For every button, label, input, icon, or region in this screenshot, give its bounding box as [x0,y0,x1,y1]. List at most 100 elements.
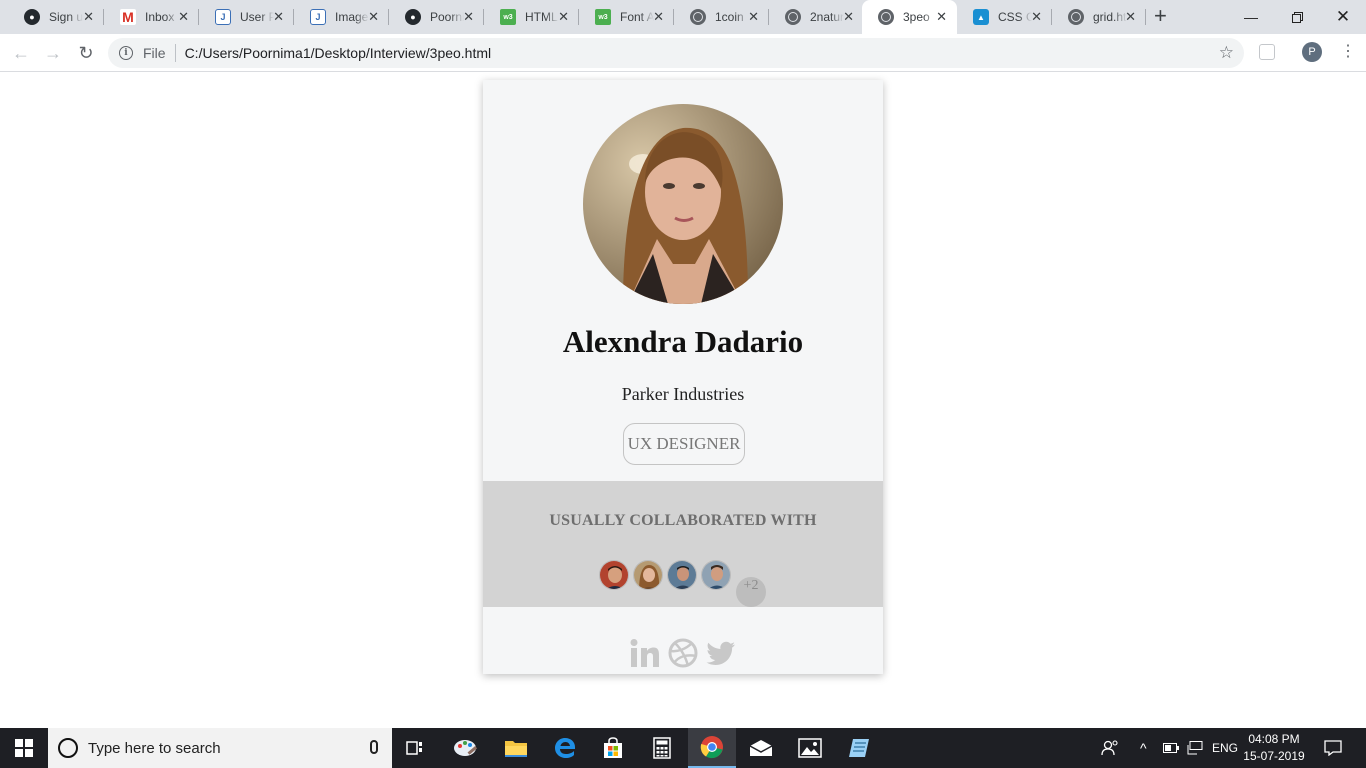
minimize-button[interactable]: — [1228,0,1274,34]
reload-button[interactable]: ↻ [74,41,98,65]
restore-icon [1291,11,1303,23]
tab-title: Font Awesome [620,10,654,24]
tab-image[interactable]: J Image ✕ [294,0,389,34]
w3schools-icon: w3 [595,9,611,25]
forward-button[interactable]: → [41,41,65,65]
language-indicator[interactable]: ENG [1212,728,1238,768]
tab-poornima[interactable]: ● Poornima ✕ [389,0,484,34]
close-icon[interactable]: ✕ [178,9,189,25]
globe-icon [785,9,801,25]
collaborator-avatar[interactable] [633,560,663,590]
tab-title: grid.html [1093,10,1127,24]
css-icon: ▲ [973,9,989,25]
twitter-icon[interactable] [706,638,736,668]
restore-button[interactable] [1274,0,1320,34]
people-icon[interactable] [1101,728,1119,768]
role-badge: UX DESIGNER [623,423,745,465]
tab-3peo[interactable]: 3peo ✕ [862,0,957,34]
notifications-icon[interactable] [1324,728,1342,768]
scheme-label: File [143,45,166,61]
profile-avatar[interactable]: P [1302,42,1322,62]
bookmark-star-icon[interactable]: ☆ [1219,43,1234,63]
dribbble-icon[interactable] [668,638,698,668]
file-explorer-icon[interactable] [492,728,540,768]
tab-css-grid[interactable]: ▲ CSS Grid ✕ [957,0,1052,34]
close-icon[interactable]: ✕ [653,9,664,25]
close-icon[interactable]: ✕ [463,9,474,25]
chrome-icon[interactable] [688,728,736,768]
edge-icon[interactable] [541,728,589,768]
tab-title: Poornima [430,10,464,24]
jsfiddle-icon: J [310,9,326,25]
microphone-icon[interactable] [370,740,378,754]
globe-icon [690,9,706,25]
browser-tab-strip: ● Sign up ✕ M Inbox ✕ J User Profile ✕ J… [0,0,1366,34]
address-bar[interactable]: i File C:/Users/Poornima1/Desktop/Interv… [108,38,1244,68]
close-icon[interactable]: ✕ [368,9,379,25]
store-icon[interactable] [589,728,637,768]
collaborator-avatar[interactable] [667,560,697,590]
chevron-up-icon[interactable]: ^ [1140,728,1147,768]
menu-icon[interactable]: ⋮ [1340,42,1356,62]
search-placeholder: Type here to search [88,739,221,757]
tab-sign-up[interactable]: ● Sign up ✕ [8,0,104,34]
tab-grid-html[interactable]: grid.html ✕ [1052,0,1146,34]
tab-title: 2nature [810,10,844,24]
calculator-icon[interactable] [638,728,686,768]
paint-icon[interactable] [442,728,490,768]
close-icon[interactable]: ✕ [843,9,854,25]
profile-name: Alexndra Dadario [562,324,804,359]
close-icon[interactable]: ✕ [1125,9,1136,25]
start-button[interactable] [0,728,48,768]
taskbar-search-box[interactable]: Type here to search [48,728,392,768]
close-icon[interactable]: ✕ [558,9,569,25]
tab-title: Image [335,10,369,24]
divider [174,44,176,62]
profile-photo [583,104,783,304]
collaborators-section: USUALLY COLLABORATED WITH +2 [483,481,883,607]
windows-taskbar: Type here to search ^ ENG 04:08 PM 15-07… [0,728,1366,768]
tab-inbox[interactable]: M Inbox ✕ [104,0,199,34]
collaborator-avatar[interactable] [701,560,731,590]
photos-icon[interactable] [786,728,834,768]
w3schools-icon: w3 [500,9,516,25]
cortana-icon [58,738,78,758]
tab-2nature[interactable]: 2nature ✕ [769,0,864,34]
tab-title: 1coin [715,10,744,24]
back-button[interactable]: ← [9,41,33,65]
tab-title: Inbox [145,10,175,24]
tab-title: User Profile [240,10,274,24]
tab-1coin[interactable]: 1coin ✕ [674,0,769,34]
company-name: Parker Industries [621,384,745,404]
mail-icon[interactable] [737,728,785,768]
close-icon[interactable]: ✕ [83,9,94,25]
battery-icon[interactable] [1163,728,1179,768]
new-tab-button[interactable]: + [1154,4,1167,28]
close-icon[interactable]: ✕ [273,9,284,25]
linkedin-icon[interactable] [630,638,660,668]
close-icon[interactable]: ✕ [1031,9,1042,25]
tab-font-awesome[interactable]: w3 Font Awesome ✕ [579,0,674,34]
tab-html[interactable]: w3 HTML ✕ [484,0,579,34]
url-text[interactable]: C:/Users/Poornima1/Desktop/Interview/3pe… [185,45,492,61]
clock-time: 04:08 PM [1248,732,1300,746]
tab-title: HTML [525,10,558,24]
collaborator-avatar[interactable] [599,560,629,590]
network-icon[interactable] [1187,728,1203,768]
close-icon[interactable]: ✕ [936,9,947,25]
close-icon[interactable]: ✕ [748,9,759,25]
info-icon[interactable]: i [119,46,133,60]
collaborators-title: USUALLY COLLABORATED WITH [549,512,817,529]
more-collaborators-badge[interactable]: +2 [736,577,766,607]
globe-icon [1068,9,1084,25]
window-close-button[interactable]: ✕ [1320,0,1366,34]
task-view-icon[interactable] [392,728,440,768]
notepad-icon[interactable] [835,728,883,768]
windows-logo-icon [15,739,33,757]
system-clock[interactable]: 04:08 PM 15-07-2019 [1238,731,1310,765]
browser-toolbar: ← → ↻ i File C:/Users/Poornima1/Desktop/… [0,34,1366,72]
extension-icon[interactable] [1259,44,1275,60]
gmail-icon: M [120,9,136,25]
tab-user-profile[interactable]: J User Profile ✕ [199,0,294,34]
profile-card: Alexndra Dadario Parker Industries UX DE… [483,80,883,674]
